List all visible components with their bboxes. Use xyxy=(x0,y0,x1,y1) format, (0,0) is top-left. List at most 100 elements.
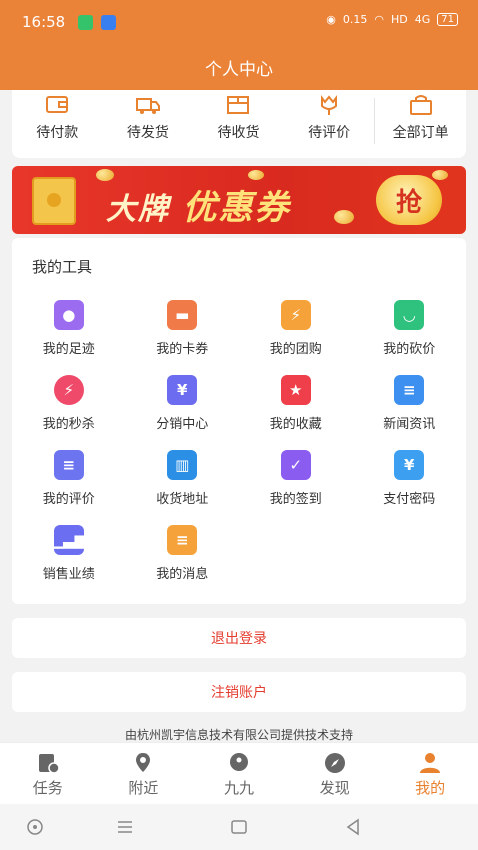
page-title: 个人中心 xyxy=(205,59,273,80)
my-tools-panel: 我的工具 ● 我的足迹 ▬ 我的卡券 ⚡ 我的团购 ◡ 我的砍价 ⚡ 我的秒杀 ¥ 分销中心… xyxy=(12,238,466,604)
banner-text-brand: 大牌 xyxy=(106,192,170,227)
banner-text: 大牌 优惠券 xyxy=(106,180,290,229)
coin-icon xyxy=(248,170,264,180)
logout-button[interactable]: 退出登录 xyxy=(12,618,466,658)
tool-reviews[interactable]: ≡ 我的评价 xyxy=(12,450,126,507)
coin-icon xyxy=(432,170,448,180)
tool-footprint[interactable]: ● 我的足迹 xyxy=(12,300,126,357)
tool-label: 我的评价 xyxy=(42,492,95,507)
tool-label: 销售业绩 xyxy=(42,567,95,582)
hd-badge: HD xyxy=(390,13,408,26)
status-time: 16:58 xyxy=(22,13,66,31)
coupon-banner[interactable]: 大牌 优惠券 抢 xyxy=(12,166,466,234)
tab-mine[interactable]: 我的 xyxy=(382,743,478,804)
wallet-icon xyxy=(46,96,69,113)
tool-pay-password[interactable]: ¥ 支付密码 xyxy=(353,450,467,507)
bar-chart-icon: ▁▃▆ xyxy=(51,525,86,555)
home-nav-icon[interactable] xyxy=(230,818,248,836)
tool-label: 收货地址 xyxy=(156,492,209,507)
tool-news[interactable]: ≡ 新闻资讯 xyxy=(353,375,467,432)
flower-icon xyxy=(321,95,338,115)
bottom-tab-bar: 任务 附近 九九 发现 我的 xyxy=(0,742,478,804)
package-icon xyxy=(227,96,250,114)
compass-icon xyxy=(324,753,345,773)
banner-text-coupon: 优惠券 xyxy=(182,188,291,228)
bag-icon xyxy=(409,95,432,115)
assistant-nav-icon[interactable] xyxy=(26,818,44,836)
status-indicators: ◉ 0.15 ◠ HD 4G 71 xyxy=(326,13,458,26)
order-pending-shipment[interactable]: 待发货 xyxy=(103,90,194,158)
tools-title: 我的工具 xyxy=(32,258,93,276)
tool-label: 我的消息 xyxy=(156,567,209,582)
coin-icon xyxy=(334,210,354,224)
tab-nearby[interactable]: 附近 xyxy=(96,743,192,804)
order-label: 待付款 xyxy=(36,125,79,141)
tool-address[interactable]: ▥ 收货地址 xyxy=(126,450,240,507)
footprint-icon: ● xyxy=(53,300,84,330)
tools-grid: ● 我的足迹 ▬ 我的卡券 ⚡ 我的团购 ◡ 我的砍价 ⚡ 我的秒杀 ¥ 分销中心 ★ 我的收… xyxy=(12,300,466,582)
tool-distribution[interactable]: ¥ 分销中心 xyxy=(126,375,240,432)
tool-flash-sale[interactable]: ⚡ 我的秒杀 xyxy=(12,375,126,432)
status-bar: 16:58 ◉ 0.15 ◠ HD 4G 71 xyxy=(0,0,478,44)
order-all[interactable]: 全部订单 xyxy=(375,90,466,158)
tool-messages[interactable]: ≡ 我的消息 xyxy=(126,525,240,582)
battery-icon: 71 xyxy=(437,13,458,26)
building-icon: ▥ xyxy=(167,450,198,480)
tech-support-note: 由杭州凯宇信息技术有限公司提供技术支持 xyxy=(124,728,353,742)
order-pending-receipt[interactable]: 待收货 xyxy=(193,90,284,158)
tab-label: 我的 xyxy=(415,779,446,797)
signal-indicator: 4G xyxy=(414,13,431,26)
tool-sales-performance[interactable]: ▁▃▆ 销售业绩 xyxy=(12,525,126,582)
tool-label: 我的收藏 xyxy=(269,417,322,432)
person-icon xyxy=(420,753,441,773)
tool-favorites[interactable]: ★ 我的收藏 xyxy=(239,375,353,432)
tab-label: 附近 xyxy=(128,779,159,797)
group-buy-icon: ⚡ xyxy=(280,300,311,330)
tool-label: 我的秒杀 xyxy=(42,417,95,432)
tool-label: 支付密码 xyxy=(383,492,436,507)
order-pending-payment[interactable]: 待付款 xyxy=(12,90,103,158)
back-nav-icon[interactable] xyxy=(344,818,362,836)
tab-discover[interactable]: 发现 xyxy=(287,743,383,804)
app-notification-icon xyxy=(101,15,116,30)
message-app-icon xyxy=(78,15,93,30)
news-icon: ≡ xyxy=(394,375,425,405)
task-icon xyxy=(38,754,60,774)
system-nav-bar xyxy=(0,804,478,850)
network-speed: 0.15 xyxy=(342,13,368,26)
wifi-icon: ◠ xyxy=(374,13,384,26)
review-icon: ≡ xyxy=(53,450,84,480)
tool-label: 我的足迹 xyxy=(42,342,95,357)
order-label: 全部订单 xyxy=(392,125,449,141)
shopping-bag-icon: ◡ xyxy=(394,300,425,330)
page-title-bar: 个人中心 xyxy=(0,44,478,90)
bookmark-star-icon: ★ xyxy=(280,375,311,405)
tab-label: 任务 xyxy=(32,779,63,797)
red-envelope-icon xyxy=(32,177,76,225)
tool-bargain[interactable]: ◡ 我的砍价 xyxy=(353,300,467,357)
deactivate-label: 注销账户 xyxy=(211,685,267,701)
bubble-icon xyxy=(229,753,248,771)
wallet-lock-icon: ¥ xyxy=(394,450,425,480)
order-label: 待发货 xyxy=(126,125,169,141)
tool-coupon[interactable]: ▬ 我的卡券 xyxy=(126,300,240,357)
location-icon xyxy=(136,753,151,772)
checkin-icon: ✓ xyxy=(280,450,311,480)
tab-tasks[interactable]: 任务 xyxy=(0,743,96,804)
order-pending-review[interactable]: 待评价 xyxy=(284,90,375,158)
tool-label: 新闻资讯 xyxy=(383,417,436,432)
tool-label: 我的砍价 xyxy=(383,342,436,357)
tool-label: 我的团购 xyxy=(269,342,322,357)
deactivate-account-button[interactable]: 注销账户 xyxy=(12,672,466,712)
order-label: 待收货 xyxy=(217,125,260,141)
tab-label: 发现 xyxy=(319,779,350,797)
menu-nav-icon[interactable] xyxy=(116,818,134,836)
tool-group-buy[interactable]: ⚡ 我的团购 xyxy=(239,300,353,357)
grab-coupon-button[interactable]: 抢 xyxy=(376,175,442,225)
cashier-icon: ¥ xyxy=(167,375,198,405)
tool-label: 我的签到 xyxy=(269,492,322,507)
tool-checkin[interactable]: ✓ 我的签到 xyxy=(239,450,353,507)
tab-jiujiu[interactable]: 九九 xyxy=(191,743,287,804)
tab-label: 九九 xyxy=(223,779,254,797)
logout-label: 退出登录 xyxy=(211,631,267,647)
